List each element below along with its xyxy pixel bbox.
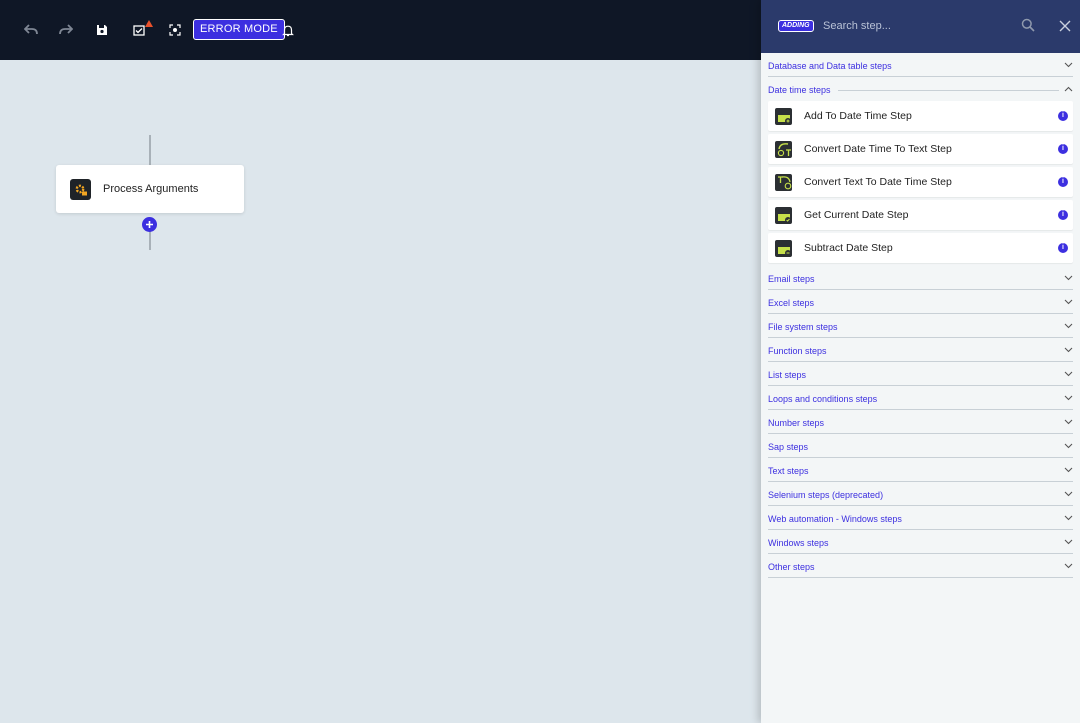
flow-node-process-arguments[interactable]: Process Arguments	[56, 165, 244, 213]
category-list-steps[interactable]: List steps	[768, 362, 1073, 386]
toolbar: ERROR MODE	[0, 0, 762, 60]
category-number-steps[interactable]: Number steps	[768, 410, 1073, 434]
step-item-get-current-date-step[interactable]: Get Current Date Step i	[768, 200, 1073, 230]
category-label: Other steps	[768, 562, 817, 572]
chevron-down-icon	[1064, 395, 1073, 401]
chevron-down-icon	[1064, 299, 1073, 305]
step-item-label: Subtract Date Step	[804, 242, 893, 254]
info-icon[interactable]: i	[1058, 144, 1068, 154]
adding-badge: ADDING	[778, 20, 814, 32]
chevron-down-icon	[1064, 371, 1073, 377]
category-label: Web automation - Windows steps	[768, 514, 904, 524]
info-icon[interactable]: i	[1058, 243, 1068, 253]
search-icon[interactable]	[1021, 18, 1035, 32]
category-excel-steps[interactable]: Excel steps	[768, 290, 1073, 314]
category-text-steps[interactable]: Text steps	[768, 458, 1073, 482]
chevron-down-icon	[1064, 443, 1073, 449]
connector-top	[149, 135, 151, 165]
chevron-down-icon	[1064, 275, 1073, 281]
warning-icon	[145, 20, 153, 27]
redo-icon	[59, 24, 73, 35]
category-label: Function steps	[768, 346, 829, 356]
category-windows-steps[interactable]: Windows steps	[768, 530, 1073, 554]
undo-icon	[24, 24, 38, 35]
date-time-step-list: Add To Date Time Step i Convert Date Time …	[761, 101, 1080, 263]
panel-header: ADDING	[761, 0, 1080, 53]
save-button[interactable]	[92, 20, 112, 40]
chevron-down-icon	[1064, 563, 1073, 569]
chevron-down-icon	[1064, 419, 1073, 425]
info-icon[interactable]: i	[1058, 210, 1068, 220]
gear-icon	[70, 178, 91, 200]
step-item-convert-date-time-to-text-step[interactable]: Convert Date Time To Text Step i	[768, 134, 1073, 164]
add-step-panel: ADDING Database and Data table steps Dat…	[761, 0, 1080, 723]
category-loops-and-conditions-steps[interactable]: Loops and conditions steps	[768, 386, 1073, 410]
chevron-down-icon	[1064, 323, 1073, 329]
category-file-system-steps[interactable]: File system steps	[768, 314, 1073, 338]
category-label: Sap steps	[768, 442, 811, 452]
save-icon	[97, 25, 107, 35]
chevron-down-icon	[1064, 491, 1073, 497]
chevron-down-icon	[1064, 467, 1073, 473]
calendar-check-icon	[775, 206, 792, 224]
step-item-label: Get Current Date Step	[804, 209, 909, 221]
calendar-subtract-icon	[775, 239, 792, 257]
category-database-and-data-table-steps[interactable]: Database and Data table steps	[768, 53, 1073, 77]
category-divider	[838, 90, 1059, 91]
step-item-convert-text-to-date-time-step[interactable]: Convert Text To Date Time Step i	[768, 167, 1073, 197]
focus-button[interactable]	[165, 20, 185, 40]
chevron-down-icon	[1064, 539, 1073, 545]
plus-icon	[146, 221, 153, 228]
undo-button[interactable]	[21, 20, 41, 40]
calendar-add-icon	[775, 107, 792, 125]
notifications-button[interactable]	[278, 20, 298, 40]
category-list-bottom: Email steps Excel steps File system steps F…	[761, 266, 1080, 578]
step-item-label: Convert Date Time To Text Step	[804, 143, 952, 155]
category-label: Number steps	[768, 418, 827, 428]
info-icon[interactable]: i	[1058, 177, 1068, 187]
category-label: File system steps	[768, 322, 840, 332]
category-date-time-steps[interactable]: Date time steps	[768, 77, 1073, 101]
node-label: Process Arguments	[103, 183, 199, 195]
category-list-top: Database and Data table steps	[761, 53, 1080, 77]
chevron-up-icon	[1064, 86, 1073, 92]
chevron-down-icon	[1064, 347, 1073, 353]
text-to-datetime-icon	[775, 173, 792, 191]
close-icon[interactable]	[1059, 20, 1071, 32]
bell-icon	[282, 25, 294, 36]
chevron-down-icon	[1064, 62, 1073, 68]
step-item-subtract-date-step[interactable]: Subtract Date Step i	[768, 233, 1073, 263]
step-item-add-to-date-time-step[interactable]: Add To Date Time Step i	[768, 101, 1073, 131]
category-label: Loops and conditions steps	[768, 394, 880, 404]
search-step-input[interactable]	[823, 14, 1013, 38]
flow-canvas[interactable]	[0, 60, 762, 723]
category-label: Selenium steps (deprecated)	[768, 490, 886, 500]
focus-icon	[169, 24, 181, 36]
step-item-label: Convert Text To Date Time Step	[804, 176, 952, 188]
chevron-down-icon	[1064, 515, 1073, 521]
category-other-steps[interactable]: Other steps	[768, 554, 1073, 578]
error-mode-button[interactable]: ERROR MODE	[193, 19, 285, 40]
step-item-label: Add To Date Time Step	[804, 110, 912, 122]
category-label: Email steps	[768, 274, 817, 284]
category-label: Text steps	[768, 466, 811, 476]
datetime-to-text-icon	[775, 140, 792, 158]
category-label: List steps	[768, 370, 809, 380]
category-label: Windows steps	[768, 538, 831, 548]
category-email-steps[interactable]: Email steps	[768, 266, 1073, 290]
category-function-steps[interactable]: Function steps	[768, 338, 1073, 362]
category-label: Date time steps	[768, 85, 833, 95]
category-web-automation-windows-steps[interactable]: Web automation - Windows steps	[768, 506, 1073, 530]
redo-button[interactable]	[56, 20, 76, 40]
category-label: Database and Data table steps	[768, 61, 894, 71]
category-label: Excel steps	[768, 298, 817, 308]
info-icon[interactable]: i	[1058, 111, 1068, 121]
category-selenium-steps-deprecated[interactable]: Selenium steps (deprecated)	[768, 482, 1073, 506]
category-sap-steps[interactable]: Sap steps	[768, 434, 1073, 458]
add-step-button[interactable]	[142, 217, 157, 232]
checklist-warning-icon	[133, 25, 145, 36]
